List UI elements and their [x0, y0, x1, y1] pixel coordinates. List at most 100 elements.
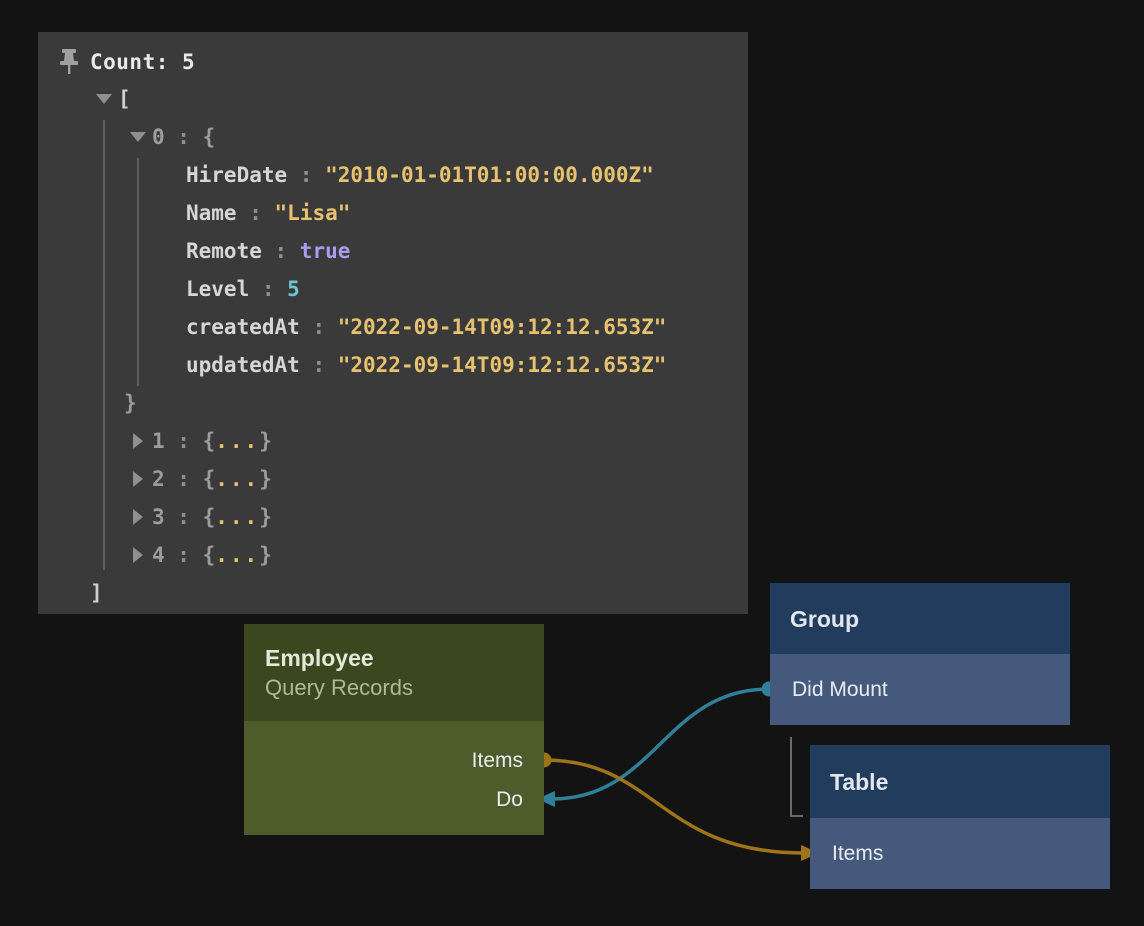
token-key: HireDate: [186, 163, 287, 187]
token-string: "2022-09-14T09:12:12.653Z": [338, 315, 667, 339]
triangle-glyph: [96, 94, 112, 104]
tree-row: 1 : {...}: [38, 422, 748, 460]
node-group-header: Group: [770, 583, 1070, 654]
tree-row: updatedAt : "2022-09-14T09:12:12.653Z": [38, 346, 748, 384]
token-key: Name: [186, 201, 237, 225]
expand-arrow-icon[interactable]: [124, 427, 152, 455]
token-punct: :: [165, 429, 203, 453]
triangle-glyph: [133, 509, 143, 525]
token-muted: 0: [152, 125, 165, 149]
token-punct: :: [249, 277, 287, 301]
port-items-input[interactable]: Items: [810, 818, 1110, 889]
inspector-tree: [0 : {HireDate : "2010-01-01T01:00:00.00…: [38, 80, 748, 612]
node-group[interactable]: Group Did Mount: [770, 583, 1070, 725]
token-muted: 1: [152, 429, 165, 453]
tree-row: ]: [38, 574, 748, 612]
token-key: Remote: [186, 239, 262, 263]
triangle-glyph: [130, 132, 146, 142]
pin-icon[interactable]: [56, 49, 82, 75]
token-punct: :: [287, 163, 325, 187]
port-label: Items: [472, 749, 523, 773]
node-group-body: Did Mount: [770, 654, 1070, 725]
node-title: Table: [830, 767, 1110, 797]
token-dots: ...: [215, 505, 259, 529]
token-muted: {: [203, 125, 216, 149]
token-dots: ...: [215, 429, 259, 453]
node-editor-canvas[interactable]: { "colors": { "canvas_bg": "#131313", "p…: [0, 0, 1144, 926]
inspector-count-label: Count: 5: [90, 50, 195, 74]
expand-arrow-icon[interactable]: [124, 465, 152, 493]
node-subtitle: Query Records: [265, 673, 544, 703]
token-string: "Lisa": [275, 201, 351, 225]
node-title: Group: [790, 604, 1070, 634]
token-muted: }: [124, 391, 137, 415]
tree-row: HireDate : "2010-01-01T01:00:00.000Z": [38, 156, 748, 194]
port-label: Did Mount: [792, 678, 888, 702]
tree-row: 2 : {...}: [38, 460, 748, 498]
wire-didmount-to-do[interactable]: [552, 689, 769, 799]
tree-row: }: [38, 384, 748, 422]
token-dots: ...: [215, 543, 259, 567]
expand-arrow-icon[interactable]: [124, 503, 152, 531]
node-title: Employee: [265, 643, 544, 673]
tree-row: 0 : {: [38, 118, 748, 156]
token-plain: ]: [90, 581, 103, 605]
token-punct: :: [165, 505, 203, 529]
tree-row: [: [38, 80, 748, 118]
token-muted: 4: [152, 543, 165, 567]
tree-row: Remote : true: [38, 232, 748, 270]
token-muted: }: [259, 505, 272, 529]
token-muted: {: [203, 505, 216, 529]
token-punct: :: [165, 543, 203, 567]
expand-arrow-icon[interactable]: [124, 541, 152, 569]
token-key: Level: [186, 277, 249, 301]
token-punct: :: [300, 315, 338, 339]
token-muted: 3: [152, 505, 165, 529]
token-string: "2022-09-14T09:12:12.653Z": [338, 353, 667, 377]
node-table[interactable]: Table Items: [810, 745, 1110, 889]
token-number: 5: [287, 277, 300, 301]
wire-items-to-items[interactable]: [544, 760, 803, 853]
collapse-arrow-icon[interactable]: [124, 123, 152, 151]
tree-row: createdAt : "2022-09-14T09:12:12.653Z": [38, 308, 748, 346]
triangle-glyph: [133, 471, 143, 487]
indent-guide: [137, 158, 139, 386]
port-label: Items: [832, 842, 883, 866]
tree-row: Level : 5: [38, 270, 748, 308]
triangle-glyph: [133, 547, 143, 563]
token-muted: {: [203, 429, 216, 453]
node-employee-header: Employee Query Records: [244, 624, 544, 721]
token-punct: :: [165, 125, 203, 149]
token-punct: :: [262, 239, 300, 263]
indent-guide: [103, 120, 105, 570]
port-do-input[interactable]: Do: [244, 780, 544, 819]
token-punct: :: [300, 353, 338, 377]
token-muted: }: [259, 467, 272, 491]
tree-row: 3 : {...}: [38, 498, 748, 536]
collapse-arrow-icon[interactable]: [90, 85, 118, 113]
token-muted: }: [259, 543, 272, 567]
hierarchy-connector-line: [791, 737, 803, 816]
data-inspector-panel: Count: 5 [0 : {HireDate : "2010-01-01T01…: [38, 32, 748, 614]
port-items-output[interactable]: Items: [244, 741, 544, 780]
token-key: createdAt: [186, 315, 300, 339]
token-muted: 2: [152, 467, 165, 491]
node-employee[interactable]: Employee Query Records Items Do: [244, 624, 544, 835]
port-didmount-output[interactable]: Did Mount: [770, 654, 1070, 725]
node-employee-body: Items Do: [244, 721, 544, 835]
tree-row: 4 : {...}: [38, 536, 748, 574]
node-table-body: Items: [810, 818, 1110, 889]
token-punct: :: [165, 467, 203, 491]
token-key: updatedAt: [186, 353, 300, 377]
token-muted: {: [203, 543, 216, 567]
inspector-header: Count: 5: [38, 44, 748, 80]
token-dots: ...: [215, 467, 259, 491]
token-punct: :: [237, 201, 275, 225]
token-plain: [: [118, 87, 131, 111]
token-string: "2010-01-01T01:00:00.000Z": [325, 163, 654, 187]
triangle-glyph: [133, 433, 143, 449]
node-table-header: Table: [810, 745, 1110, 818]
token-muted: {: [203, 467, 216, 491]
tree-row: Name : "Lisa": [38, 194, 748, 232]
port-label: Do: [496, 788, 523, 812]
